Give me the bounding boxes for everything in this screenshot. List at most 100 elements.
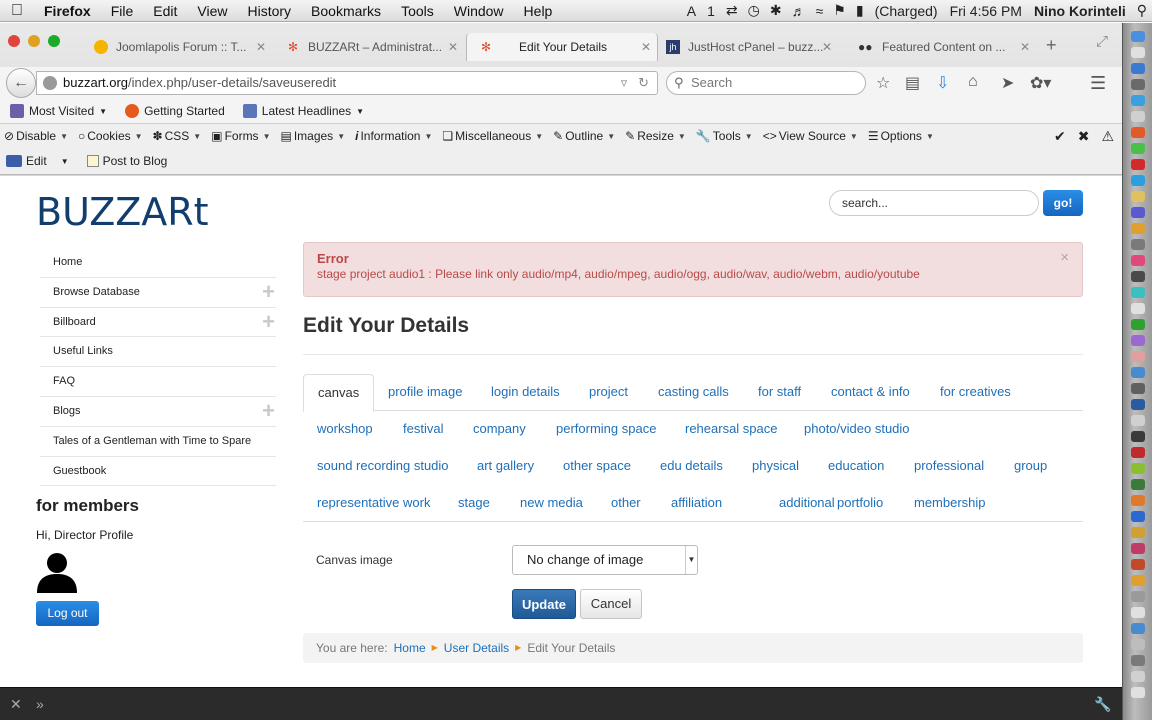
tab-group[interactable]: group: [1000, 448, 1061, 484]
expand-plus-icon[interactable]: +: [262, 397, 275, 425]
dock-app-icon[interactable]: [1131, 175, 1145, 186]
battery-icon[interactable]: ▮: [851, 2, 869, 19]
close-window-icon[interactable]: [8, 35, 20, 47]
dock-app-icon[interactable]: [1131, 463, 1145, 474]
clock[interactable]: Fri 4:56 PM: [944, 3, 1028, 19]
minimize-window-icon[interactable]: [28, 35, 40, 47]
sidebar-item-faq[interactable]: FAQ: [40, 367, 276, 397]
zoom-window-icon[interactable]: [48, 35, 60, 47]
url-bar[interactable]: buzzart.org/index.php/user-details/saveu…: [36, 71, 658, 95]
time-machine-icon[interactable]: ◷: [743, 2, 765, 19]
menu-tools[interactable]: Tools: [391, 3, 444, 19]
sidebar-item-tales[interactable]: Tales of a Gentleman with Time to Spare: [40, 427, 276, 457]
bluetooth-icon[interactable]: ✱: [765, 2, 787, 19]
site-logo[interactable]: BUZZARt: [36, 190, 209, 234]
log-out-button[interactable]: Log out: [36, 601, 99, 626]
dock-app-icon[interactable]: [1131, 335, 1145, 346]
dock-app-icon[interactable]: [1131, 367, 1145, 378]
go-button[interactable]: go!: [1043, 190, 1083, 216]
close-tab-icon[interactable]: ✕: [256, 33, 266, 61]
dock-app-icon[interactable]: [1131, 287, 1145, 298]
sidebar-item-blogs[interactable]: Blogs +: [40, 397, 276, 427]
new-tab-icon[interactable]: +: [1046, 35, 1057, 56]
dock-app-icon[interactable]: [1131, 495, 1145, 506]
tab-photo-video-studio[interactable]: photo/video studio: [790, 411, 924, 447]
tab-login-details[interactable]: login details: [477, 374, 574, 410]
sidebar-item-guestbook[interactable]: Guestbook: [40, 457, 276, 487]
dock-app-icon[interactable]: [1131, 511, 1145, 522]
dock-app-icon[interactable]: [1131, 143, 1145, 154]
breadcrumb-user-details-link[interactable]: User Details: [444, 633, 509, 663]
webdev-images[interactable]: ▤ Images ▼: [276, 129, 351, 143]
menu-help[interactable]: Help: [514, 3, 563, 19]
dock-app-icon[interactable]: [1131, 447, 1145, 458]
tab-stage[interactable]: stage: [444, 485, 504, 521]
tab-membership[interactable]: membership: [900, 485, 1000, 521]
tab-affiliation[interactable]: affiliation: [657, 485, 736, 521]
dock-app-icon[interactable]: [1131, 111, 1145, 122]
close-tab-icon[interactable]: ✕: [641, 33, 651, 61]
home-icon[interactable]: ⌂: [968, 73, 978, 91]
dock-app-icon[interactable]: [1131, 191, 1145, 202]
sync-icon[interactable]: ⇄: [721, 2, 743, 19]
webdev-tools[interactable]: 🔧 Tools ▼: [692, 129, 759, 143]
spotlight-icon[interactable]: ⚲: [1132, 2, 1152, 19]
dock-app-icon[interactable]: [1131, 559, 1145, 570]
webdev-miscellaneous[interactable]: ❏ Miscellaneous ▼: [438, 129, 549, 143]
close-icon[interactable]: ✖: [1078, 128, 1090, 145]
wrench-icon[interactable]: 🔧: [1094, 696, 1111, 713]
tab-edu-details[interactable]: edu details: [646, 448, 737, 484]
dock-app-icon[interactable]: [1131, 527, 1145, 538]
bookmark-latest-headlines[interactable]: Latest Headlines ▼: [233, 104, 372, 118]
tab-representative-work[interactable]: representative work: [303, 485, 444, 521]
dock-app-icon[interactable]: [1131, 543, 1145, 554]
close-tab-icon[interactable]: ✕: [1020, 33, 1030, 61]
dock-app-icon[interactable]: [1131, 303, 1145, 314]
sidebar-item-home[interactable]: Home: [40, 248, 276, 278]
tab-project[interactable]: project: [575, 374, 642, 410]
dock-app-icon[interactable]: [1131, 639, 1145, 650]
tab-contact-info[interactable]: contact & info: [817, 374, 924, 410]
reading-list-icon[interactable]: ▤: [905, 73, 920, 93]
browser-tab[interactable]: jh JustHost cPanel – buzz... ✕: [660, 33, 838, 61]
dock-app-icon[interactable]: [1131, 207, 1145, 218]
trash-icon[interactable]: [1131, 687, 1145, 698]
bookmark-most-visited[interactable]: Most Visited ▼: [0, 104, 115, 118]
download-icon[interactable]: ⇩: [936, 73, 949, 93]
volume-icon[interactable]: ♬: [787, 3, 811, 19]
dock-app-icon[interactable]: [1131, 31, 1145, 42]
webdev-outline[interactable]: ✎ Outline ▼: [549, 129, 621, 143]
dock-app-icon[interactable]: [1131, 623, 1145, 634]
webdev-view-source[interactable]: <> View Source ▼: [759, 129, 864, 143]
tab-for-creatives[interactable]: for creatives: [926, 374, 1025, 410]
warning-icon[interactable]: ⚠: [1101, 128, 1114, 145]
apple-menu-icon[interactable]: : [0, 2, 34, 20]
dock-app-icon[interactable]: [1131, 591, 1145, 602]
webdev-css[interactable]: ✽ CSS ▼: [149, 129, 208, 143]
flag-icon[interactable]: ⚑: [828, 2, 851, 19]
webdev-options[interactable]: ☰ Options ▼: [864, 129, 940, 143]
tab-other-space[interactable]: other space: [549, 448, 645, 484]
canvas-image-select[interactable]: No change of image ▼: [512, 545, 698, 575]
tab-physical[interactable]: physical: [738, 448, 813, 484]
tab-art-gallery[interactable]: art gallery: [463, 448, 548, 484]
fullscreen-icon[interactable]: ⤢: [1096, 33, 1108, 50]
dock-app-icon[interactable]: [1131, 399, 1145, 410]
tab-profile-image[interactable]: profile image: [374, 374, 476, 410]
dock-app-icon[interactable]: [1131, 95, 1145, 106]
tab-festival[interactable]: festival: [389, 411, 457, 447]
tab-new-media[interactable]: new media: [506, 485, 597, 521]
dock-app-icon[interactable]: [1131, 63, 1145, 74]
breadcrumb-home-link[interactable]: Home: [394, 633, 426, 663]
menu-file[interactable]: File: [101, 3, 144, 19]
wifi-icon[interactable]: ≈: [811, 3, 829, 19]
dock-app-icon[interactable]: [1131, 159, 1145, 170]
dock-app-icon[interactable]: [1131, 47, 1145, 58]
site-search-input[interactable]: search...: [829, 190, 1039, 216]
webdev-information[interactable]: i Information ▼: [351, 129, 438, 143]
reload-icon[interactable]: ▿ ↻: [621, 72, 649, 94]
menu-view[interactable]: View: [187, 3, 237, 19]
expand-plus-icon[interactable]: +: [262, 308, 275, 336]
tab-education[interactable]: education: [814, 448, 898, 484]
dock-app-icon[interactable]: [1131, 415, 1145, 426]
